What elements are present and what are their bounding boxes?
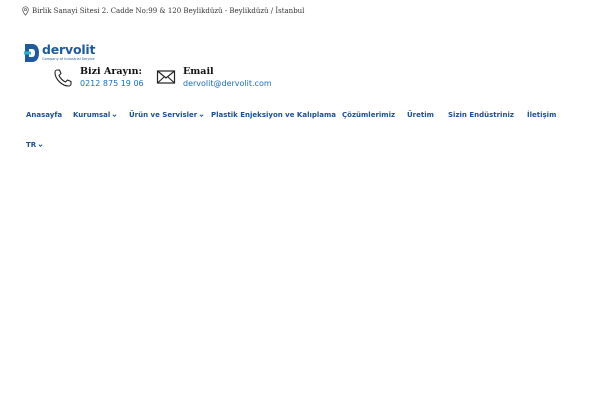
nav-item-kurumsal[interactable]: Kurumsal: [73, 111, 117, 119]
contact-phone-number[interactable]: 0212 875 19 06: [80, 78, 144, 90]
language-label: TR: [26, 141, 37, 149]
nav-item-urun-ve-servisler[interactable]: Ürün ve Servisler: [129, 111, 204, 119]
nav-item-label: İletişim: [527, 111, 557, 119]
chevron-down-icon: [199, 113, 204, 117]
site-logo[interactable]: dervolit Company of Industrial Service: [24, 43, 95, 65]
nav-item-label: Plastik Enjeksiyon ve Kalıplama: [211, 111, 337, 119]
language-selector[interactable]: TR: [26, 141, 43, 149]
nav-item-anasayfa[interactable]: Anasayfa: [26, 111, 62, 119]
top-address-bar: Birlik Sanayi Sitesi 2. Cadde No:99 & 12…: [22, 5, 304, 17]
logo-tagline: Company of Industrial Service: [42, 57, 95, 61]
nav-item-label: Kurumsal: [73, 111, 111, 119]
envelope-icon: [156, 70, 176, 84]
contact-email-heading: Email: [183, 66, 214, 77]
logo-mark-icon: [24, 44, 39, 62]
nav-item-cozumlerimiz[interactable]: Çözümlerimiz: [342, 111, 395, 119]
nav-item-label: Üretim: [407, 111, 434, 119]
contact-phone-block: Bizi Arayın: 0212 875 19 06: [53, 66, 144, 90]
nav-item-uretim[interactable]: Üretim: [407, 111, 434, 119]
contact-email-block: Email dervolit@dervolit.com: [156, 66, 272, 90]
nav-item-sizin-endustriniz[interactable]: Sizin Endüstriniz: [448, 111, 514, 119]
nav-item-label: Anasayfa: [26, 111, 63, 119]
map-pin-icon: [22, 6, 29, 16]
contact-email-address[interactable]: dervolit@dervolit.com: [183, 78, 272, 90]
nav-item-plastik-enjeksiyon[interactable]: Plastik Enjeksiyon ve Kalıplama: [211, 111, 336, 119]
nav-item-label: Sizin Endüstriniz: [448, 111, 514, 119]
chevron-down-icon: [112, 113, 117, 117]
nav-item-label: Çözümlerimiz: [342, 111, 396, 119]
nav-item-label: Ürün ve Servisler: [129, 111, 198, 119]
address-text: Birlik Sanayi Sitesi 2. Cadde No:99 & 12…: [32, 7, 305, 15]
logo-name: dervolit: [42, 42, 96, 57]
phone-icon: [54, 69, 72, 87]
contact-phone-heading: Bizi Arayın:: [80, 66, 143, 77]
main-navigation: Anasayfa Kurumsal Ürün ve Servisler Plas…: [0, 111, 600, 123]
nav-item-iletisim[interactable]: İletişim: [527, 111, 556, 119]
chevron-down-icon: [38, 143, 43, 147]
